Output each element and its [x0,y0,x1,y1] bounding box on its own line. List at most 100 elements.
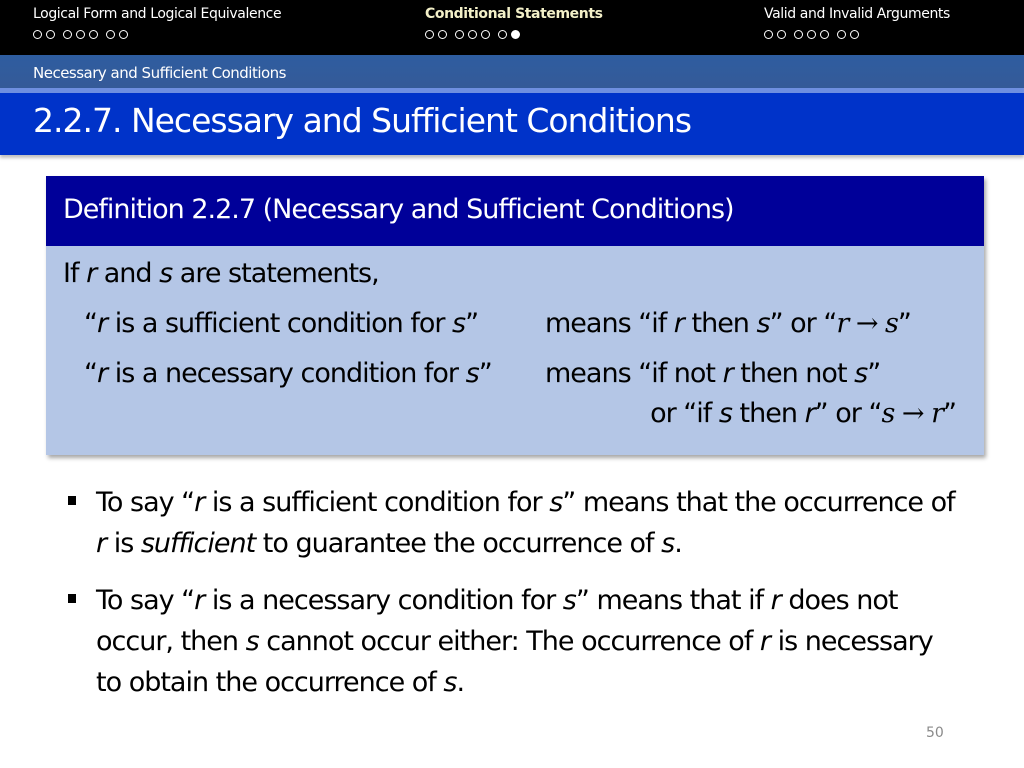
nav-section-title[interactable]: Valid and Invalid Arguments [764,6,950,22]
text: ” means that the occurrence of [562,487,955,518]
var-r: r [804,398,816,429]
text: is a sufficient condition for [204,487,550,518]
current-slide-dot-icon[interactable] [511,29,520,39]
necessary-condition-alt-meaning: or “if s then r” or “s → r” [650,398,957,429]
text: ” or “ [814,398,883,429]
text: means “if [545,308,674,339]
text: To say “ [96,585,195,616]
title-bar: 2.2.7. Necessary and Sufficient Conditio… [0,88,1024,155]
definition-intro: If r and s are statements, [63,258,380,289]
text: If [63,258,87,289]
slide-dot-icon[interactable] [820,29,829,39]
subsection-bar: Necessary and Sufficient Conditions [0,55,1024,88]
slide-dot-icon[interactable] [33,29,42,39]
slide-dot-icon[interactable] [807,29,816,39]
text: means “if not [545,358,723,389]
text: To say “ [96,487,195,518]
slide-dot-icon[interactable] [425,29,434,39]
slide-dot-icon[interactable] [63,29,72,39]
italic-text: r [759,626,771,657]
slide-dot-icon[interactable] [498,29,507,39]
slide-dot-icon[interactable] [481,29,490,39]
slide-dot-icon[interactable] [106,29,115,39]
slide-dot-icon[interactable] [119,29,128,39]
bullet-text: To say “r is a sufficient condition for … [96,487,956,559]
italic-text: sufficient [140,528,256,559]
definition-header: Definition 2.2.7 (Necessary and Sufficie… [46,176,984,246]
text: . [456,667,465,698]
italic-text: r [194,487,205,518]
text: ” [478,358,493,389]
text: ” or “ [769,308,838,339]
slide-dot-icon[interactable] [837,29,846,39]
italic-text: r [96,528,107,559]
text: then [731,398,805,429]
italic-text: s [443,667,457,698]
text: ” [465,308,479,339]
text: “ [84,308,98,339]
var-r: r [86,258,97,289]
text: ” [867,358,881,389]
var-s: s [465,358,480,389]
slide-dot-icon[interactable] [777,29,786,39]
nav-dots [425,28,603,40]
bullet-list: To say “r is a sufficient condition for … [64,482,964,719]
slide-dot-icon[interactable] [455,29,464,39]
nav-dots [764,28,950,40]
nav-section-title[interactable]: Logical Form and Logical Equivalence [33,6,282,22]
text: or “if [650,398,719,429]
bullet-text: To say “r is a necessary condition for s… [96,585,934,698]
necessary-condition-meaning: means “if not r then not s” [545,358,881,389]
nav-section-conditional-statements[interactable]: Conditional Statements [425,6,603,40]
text: is a necessary condition for [107,358,466,389]
var-r: r [97,358,108,389]
var-r: r [97,308,108,339]
slide-dot-icon[interactable] [438,29,447,39]
definition-box: Definition 2.2.7 (Necessary and Sufficie… [46,176,984,455]
nav-section-logical-form[interactable]: Logical Form and Logical Equivalence [33,6,282,40]
text: ” [943,398,957,429]
square-bullet-icon [68,496,76,505]
italic-text: s [549,487,563,518]
definition-title: Definition 2.2.7 (Necessary and Sufficie… [63,194,735,225]
text: “ [84,358,98,389]
var-r: r [722,358,734,389]
sufficient-condition-meaning: means “if r then s” or “r → s” [545,308,912,339]
var-s: s [718,398,733,429]
subsection-title: Necessary and Sufficient Conditions [33,64,287,82]
formula-r-implies-s: r → s [836,308,899,339]
text: then [683,308,757,339]
slide-dot-icon[interactable] [794,29,803,39]
slide-dot-icon[interactable] [46,29,55,39]
slide-dot-icon[interactable] [76,29,85,39]
necessary-condition-term: “r is a necessary condition for s” [84,358,493,389]
italic-text: s [562,585,577,616]
text: to guarantee the occurrence of [255,528,662,559]
italic-text: s [661,528,675,559]
square-bullet-icon [68,594,76,603]
text: is a sufficient condition for [107,308,453,339]
text: is [106,528,141,559]
var-s: s [452,308,466,339]
text: and [96,258,160,289]
text: ” [897,308,912,339]
nav-section-valid-invalid-arguments[interactable]: Valid and Invalid Arguments [764,6,950,40]
slide-dot-icon[interactable] [468,29,477,39]
slide-dot-icon[interactable] [850,29,859,39]
nav-dots [33,28,281,40]
slide-dot-icon[interactable] [89,29,98,39]
italic-text: s [245,626,260,657]
slide-dot-icon[interactable] [764,29,773,39]
nav-section-title[interactable]: Conditional Statements [425,6,603,22]
section-navigation-bar: Logical Form and Logical Equivalence Con… [0,0,1024,55]
text: . [674,528,683,559]
text: ” means that if [575,585,771,616]
text: are statements, [172,258,380,289]
var-s: s [159,258,173,289]
var-r: r [673,308,685,339]
text: then not [732,358,855,389]
sufficient-condition-term: “r is a sufficient condition for s” [84,308,479,339]
italic-text: r [194,585,205,616]
slide-title: 2.2.7. Necessary and Sufficient Conditio… [33,101,692,140]
italic-text: r [770,585,782,616]
